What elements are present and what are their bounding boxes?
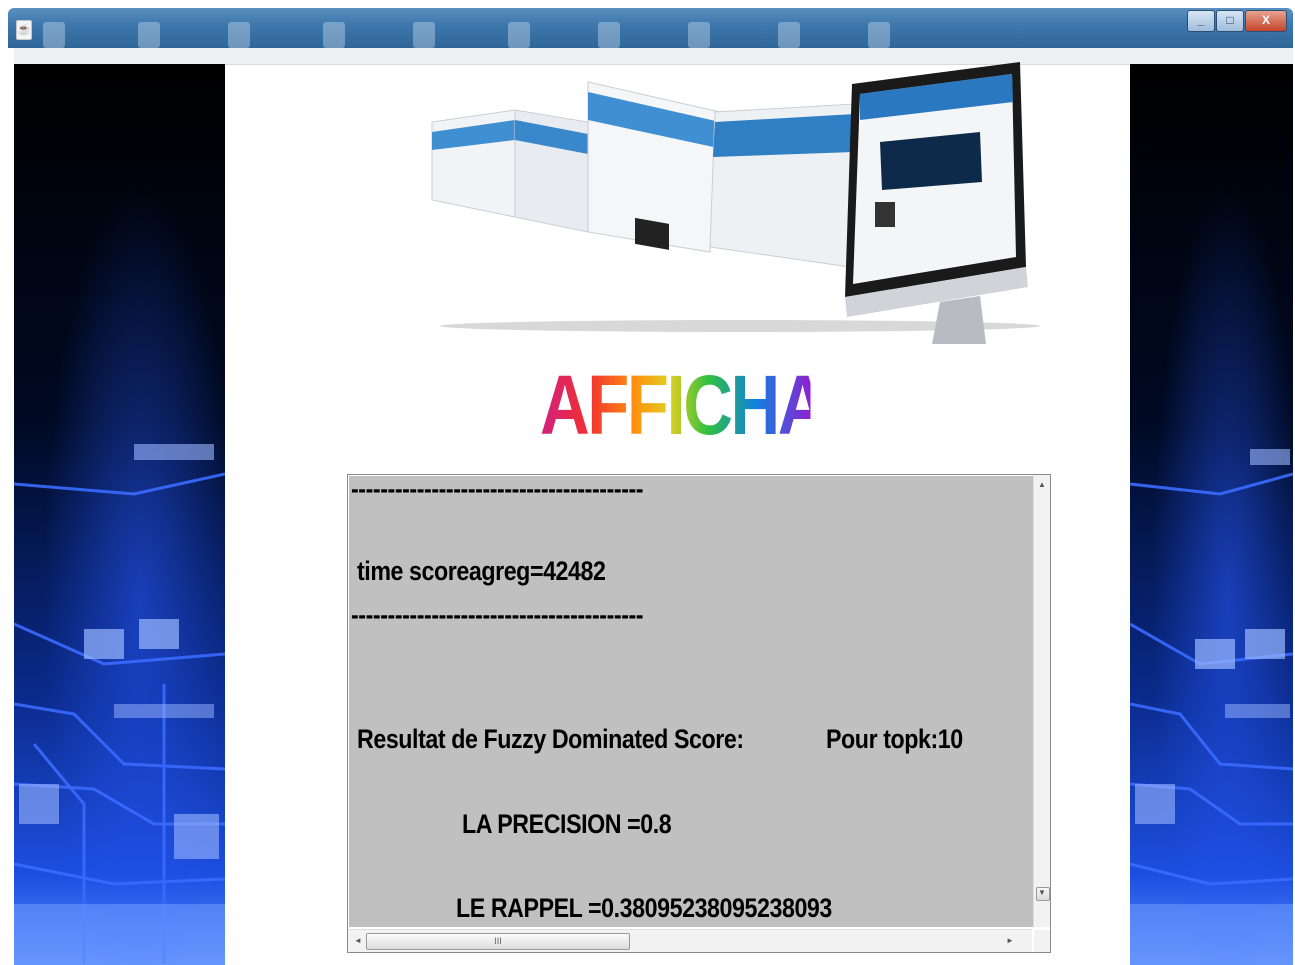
java-app-icon[interactable]: ☕: [16, 20, 32, 40]
results-text-content[interactable]: ----------------------------------------…: [349, 476, 1033, 927]
affichage-logo: AFFICHAGE: [540, 358, 922, 452]
logo-text: AFFICHAGE: [540, 358, 922, 452]
taskbar-ghost-icon: [413, 22, 435, 48]
circuit-board-image-left: [14, 64, 225, 965]
result-heading-line: Resultat de Fuzzy Dominated Score:: [357, 724, 744, 754]
maximize-button[interactable]: □: [1216, 10, 1244, 32]
scroll-right-arrow-icon[interactable]: ►: [1002, 933, 1018, 949]
scroll-up-arrow-icon[interactable]: ▲: [1034, 477, 1050, 493]
topk-line: Pour topk:10: [826, 724, 963, 754]
separator-line: ----------------------------------------: [351, 600, 644, 630]
window-controls: _ □ X: [1186, 10, 1287, 32]
close-button[interactable]: X: [1245, 10, 1287, 32]
taskbar-ghost-icon: [778, 22, 800, 48]
taskbar-ghost-icon: [598, 22, 620, 48]
horizontal-scrollbar[interactable]: ◄ III ►: [348, 929, 1032, 952]
vertical-scrollbar[interactable]: ▲ ▼: [1033, 475, 1050, 927]
taskbar-ghost-icon: [43, 22, 65, 48]
window-title-bar[interactable]: ☕ _ □ X: [8, 8, 1293, 48]
taskbar-ghost-icon: [323, 22, 345, 48]
taskbar-ghost-icon: [688, 22, 710, 48]
scrollbar-corner: [1034, 930, 1050, 952]
horizontal-scroll-thumb[interactable]: III: [366, 933, 630, 950]
results-text-area[interactable]: ----------------------------------------…: [347, 474, 1051, 953]
taskbar-ghost-icon: [508, 22, 530, 48]
separator-line: ----------------------------------------: [351, 476, 644, 504]
taskbar-ghost-icon: [228, 22, 250, 48]
taskbar-ghost-icon: [868, 22, 890, 48]
scroll-left-arrow-icon[interactable]: ◄: [350, 933, 366, 949]
recall-line: LE RAPPEL =0.38095238095238093: [456, 893, 832, 923]
minimize-button[interactable]: _: [1187, 10, 1215, 32]
scroll-down-arrow-icon[interactable]: ▼: [1034, 885, 1050, 901]
time-score-line: time scoreagreg=42482: [357, 556, 606, 586]
website-mockup-banner: [431, 62, 1040, 344]
precision-line: LA PRECISION =0.8: [462, 809, 672, 839]
taskbar-ghost-icon: [138, 22, 160, 48]
circuit-board-image-right: [1130, 64, 1293, 965]
